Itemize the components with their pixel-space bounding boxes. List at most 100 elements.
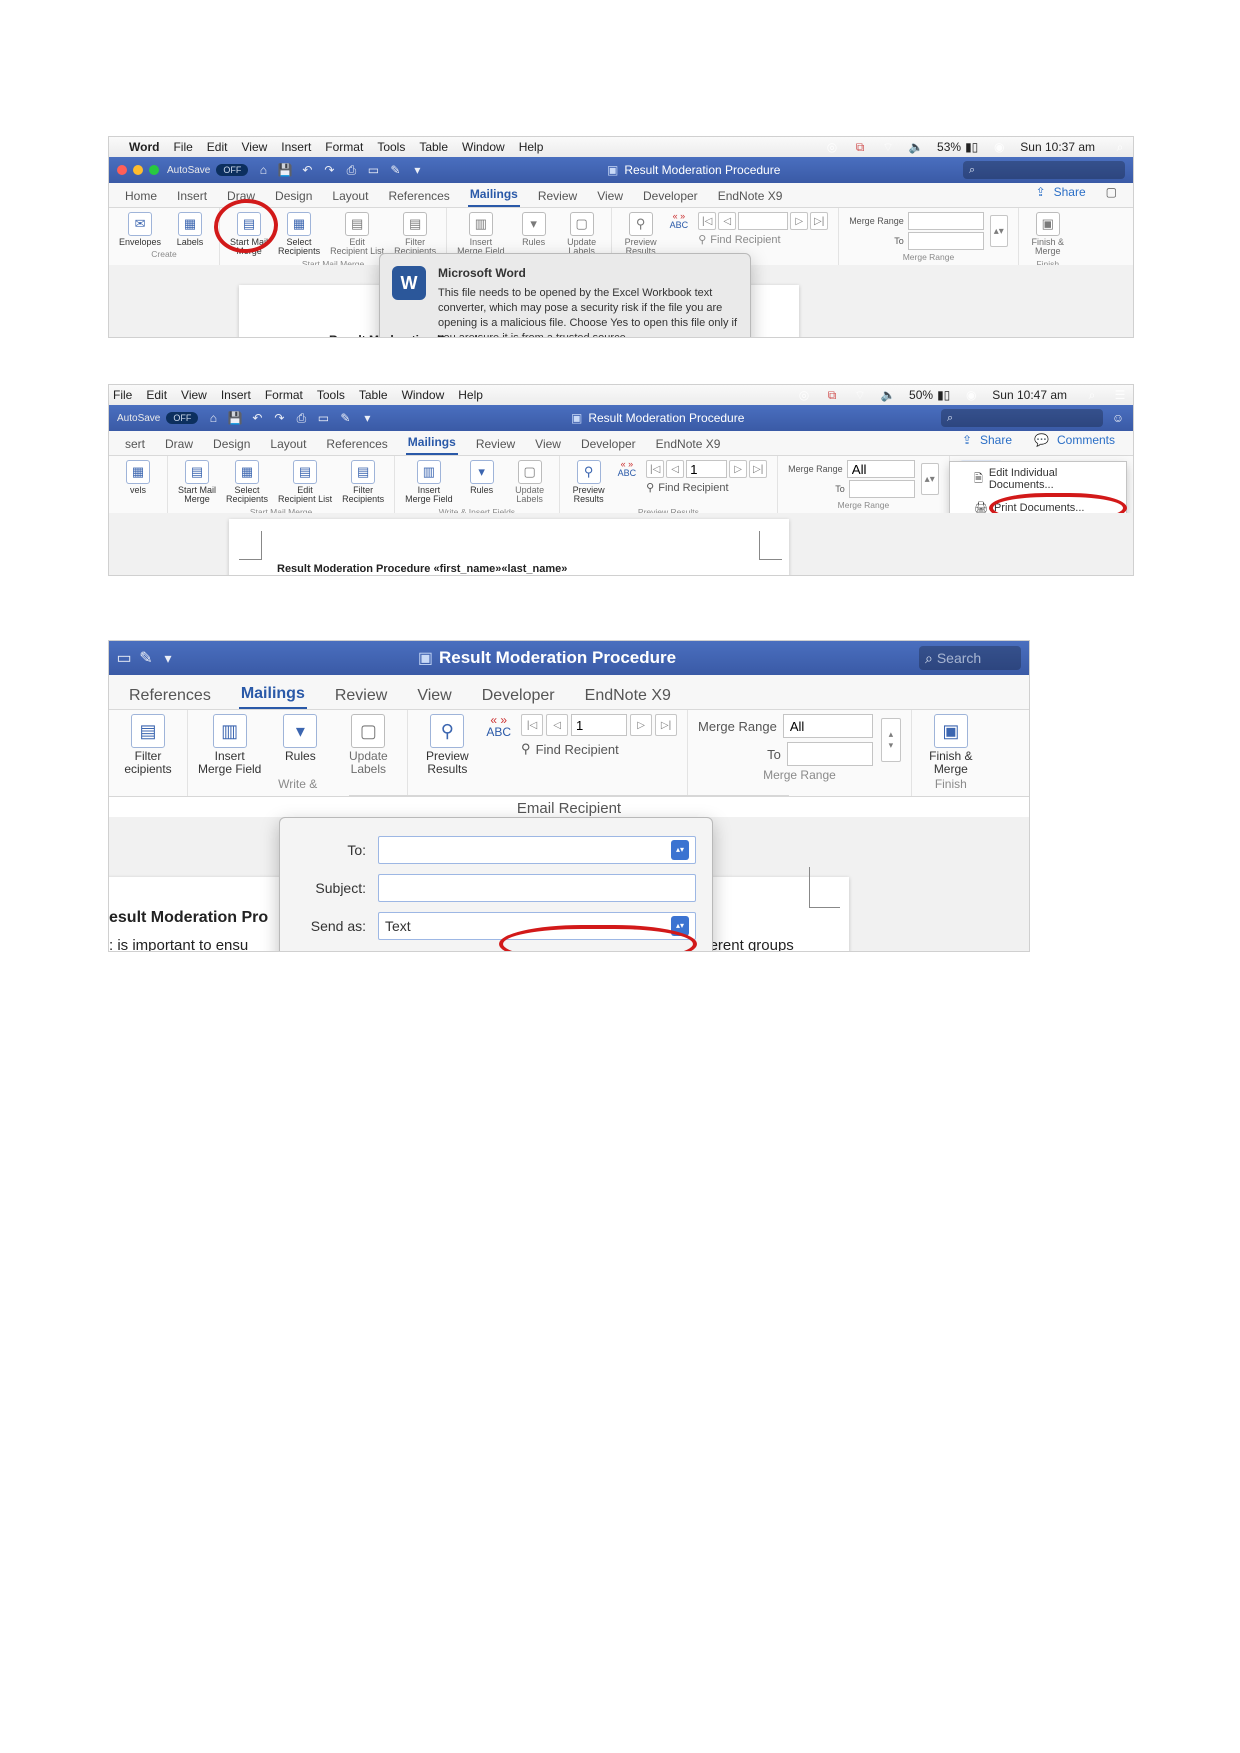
to-field-dropdown-icon[interactable]: ▴▾ bbox=[671, 840, 689, 860]
save-icon[interactable]: 💾 bbox=[228, 411, 242, 425]
labels-button[interactable]: ▦vels bbox=[119, 460, 157, 495]
clock[interactable]: Sun 10:47 am bbox=[992, 388, 1071, 402]
wifi-icon[interactable]: ⌔ bbox=[881, 140, 895, 154]
select-recipients-button[interactable]: ▦Select Recipients bbox=[226, 460, 268, 505]
update-labels-button[interactable]: ▢Update Labels bbox=[563, 212, 601, 257]
menu-file[interactable]: File bbox=[113, 388, 132, 402]
first-record-button[interactable]: |◁ bbox=[521, 714, 543, 736]
menu-edit-individual-documents[interactable]: 🗎Edit Individual Documents... bbox=[950, 462, 1126, 496]
share-button[interactable]: ⇪Share bbox=[958, 425, 1016, 455]
find-recipient-button[interactable]: Find Recipient bbox=[536, 742, 619, 757]
spotlight-icon[interactable]: ⌕ bbox=[1085, 388, 1099, 402]
clock[interactable]: Sun 10:37 am bbox=[1020, 140, 1099, 154]
new-doc-icon[interactable]: ▭ bbox=[366, 163, 380, 177]
airplay-icon[interactable]: ◎ bbox=[825, 140, 839, 154]
last-record-button[interactable]: ▷| bbox=[810, 212, 828, 230]
share-button[interactable]: ⇪Share bbox=[1032, 177, 1090, 207]
tab-view[interactable]: View bbox=[533, 433, 563, 455]
tab-developer[interactable]: Developer bbox=[641, 185, 700, 207]
app-name[interactable]: Word bbox=[129, 140, 159, 154]
edit-recipient-list-button[interactable]: ▤Edit Recipient List bbox=[278, 460, 332, 505]
menu-table[interactable]: Table bbox=[359, 388, 388, 402]
siri-icon[interactable]: ◉ bbox=[964, 388, 978, 402]
envelopes-button[interactable]: ✉Envelopes bbox=[119, 212, 161, 247]
tab-insert[interactable]: Insert bbox=[175, 185, 209, 207]
menu-format[interactable]: Format bbox=[325, 140, 363, 154]
print-icon[interactable]: ⎙ bbox=[294, 411, 308, 425]
search-in-document[interactable]: ⌕ Search bbox=[919, 646, 1021, 670]
rules-button[interactable]: ▾Rules bbox=[515, 212, 553, 247]
menu-help[interactable]: Help bbox=[458, 388, 483, 402]
menu-edit[interactable]: Edit bbox=[146, 388, 167, 402]
record-number-input[interactable] bbox=[571, 714, 627, 736]
last-record-button[interactable]: ▷| bbox=[655, 714, 677, 736]
update-labels-button[interactable]: ▢Update Labels bbox=[511, 460, 549, 505]
autosave-toggle[interactable]: AutoSave OFF bbox=[117, 412, 198, 424]
undo-icon[interactable]: ↶ bbox=[300, 163, 314, 177]
preview-results-button[interactable]: ⚲Preview Results bbox=[622, 212, 660, 257]
volume-icon[interactable]: 🔈 bbox=[909, 140, 923, 154]
start-mail-merge-button[interactable]: ▤Start Mail Merge bbox=[230, 212, 268, 257]
find-recipient-button[interactable]: Find Recipient bbox=[658, 482, 728, 494]
filter-recipients-button[interactable]: ▤Filter Recipients bbox=[394, 212, 436, 257]
qat-customize-icon[interactable]: ▾ bbox=[360, 411, 374, 425]
editor-icon[interactable]: ✎ bbox=[388, 163, 402, 177]
menu-file[interactable]: File bbox=[173, 140, 192, 154]
tab-view[interactable]: View bbox=[595, 185, 625, 207]
tab-design[interactable]: Design bbox=[211, 433, 252, 455]
editor-icon[interactable]: ✎ bbox=[338, 411, 352, 425]
tab-view[interactable]: View bbox=[415, 683, 453, 709]
merge-range-stepper[interactable]: ▴▾ bbox=[881, 718, 901, 762]
new-doc-icon[interactable]: ▭ bbox=[316, 411, 330, 425]
zoom-window-button[interactable] bbox=[149, 165, 159, 175]
tab-layout[interactable]: Layout bbox=[330, 185, 370, 207]
abc-toggle[interactable]: « »ABC bbox=[670, 212, 689, 230]
sendas-dropdown-icon[interactable]: ▴▾ bbox=[671, 916, 689, 936]
tab-references[interactable]: References bbox=[127, 683, 213, 709]
find-recipient-button[interactable]: Find Recipient bbox=[710, 234, 780, 246]
merge-range-stepper[interactable]: ▴▾ bbox=[921, 463, 939, 495]
tab-review[interactable]: Review bbox=[474, 433, 517, 455]
tab-endnote[interactable]: EndNote X9 bbox=[583, 683, 673, 709]
qat-customize-icon[interactable]: ▾ bbox=[161, 651, 175, 665]
qat-customize-icon[interactable]: ▾ bbox=[410, 163, 424, 177]
tab-home[interactable]: Home bbox=[123, 185, 159, 207]
tab-draw[interactable]: Draw bbox=[225, 185, 257, 207]
autosave-toggle[interactable]: AutoSave OFF bbox=[167, 164, 248, 176]
save-icon[interactable]: 💾 bbox=[278, 163, 292, 177]
merge-range-to-input[interactable] bbox=[787, 742, 873, 766]
menu-format[interactable]: Format bbox=[265, 388, 303, 402]
tab-developer[interactable]: Developer bbox=[579, 433, 638, 455]
menu-tools[interactable]: Tools bbox=[377, 140, 405, 154]
merge-range-from-input[interactable] bbox=[783, 714, 873, 738]
update-labels-button[interactable]: ▢Update Labels bbox=[339, 714, 397, 775]
tab-mailings[interactable]: Mailings bbox=[239, 681, 307, 709]
rules-button[interactable]: ▾Rules bbox=[271, 714, 329, 763]
rules-button[interactable]: ▾Rules bbox=[463, 460, 501, 495]
siri-icon[interactable]: ◉ bbox=[992, 140, 1006, 154]
insert-merge-field-button[interactable]: ▥Insert Merge Field bbox=[405, 460, 453, 505]
battery-status[interactable]: 50%▮▯ bbox=[909, 388, 950, 402]
home-icon[interactable]: ⌂ bbox=[256, 163, 270, 177]
tab-insert-partial[interactable]: sert bbox=[123, 433, 147, 455]
merge-range-from-input[interactable] bbox=[847, 460, 915, 478]
tab-developer[interactable]: Developer bbox=[480, 683, 557, 709]
insert-merge-field-button[interactable]: ▥Insert Merge Field bbox=[198, 714, 261, 775]
start-mail-merge-button[interactable]: ▤Start Mail Merge bbox=[178, 460, 216, 505]
tab-layout[interactable]: Layout bbox=[268, 433, 308, 455]
sendas-field[interactable]: Text▴▾ bbox=[378, 912, 696, 940]
next-record-button[interactable]: ▷ bbox=[790, 212, 808, 230]
select-recipients-button[interactable]: ▦Select Recipients bbox=[278, 212, 320, 257]
airplay-icon[interactable]: ◎ bbox=[797, 388, 811, 402]
redo-icon[interactable]: ↷ bbox=[322, 163, 336, 177]
tab-review[interactable]: Review bbox=[536, 185, 579, 207]
tab-endnote[interactable]: EndNote X9 bbox=[654, 433, 723, 455]
first-record-button[interactable]: |◁ bbox=[698, 212, 716, 230]
filter-recipients-button[interactable]: ▤Filterecipients bbox=[119, 714, 177, 775]
tab-draw[interactable]: Draw bbox=[163, 433, 195, 455]
merge-range-stepper[interactable]: ▴▾ bbox=[990, 215, 1008, 247]
menu-table[interactable]: Table bbox=[419, 140, 448, 154]
notifications-icon[interactable]: ☰ bbox=[1113, 388, 1127, 402]
next-record-button[interactable]: ▷ bbox=[630, 714, 652, 736]
menu-view[interactable]: View bbox=[241, 140, 267, 154]
